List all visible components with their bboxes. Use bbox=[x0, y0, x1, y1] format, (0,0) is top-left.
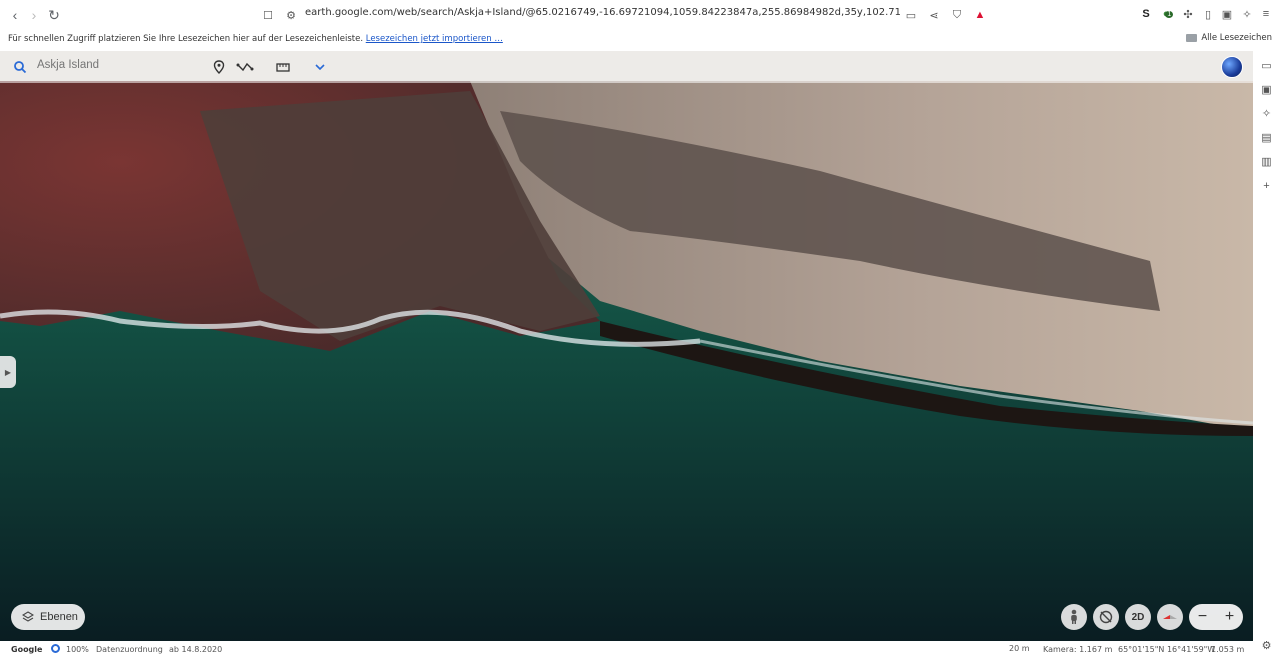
ground-elevation: 1.053 m bbox=[1211, 645, 1245, 654]
all-bookmarks-button[interactable]: Alle Lesezeichen bbox=[1186, 33, 1272, 43]
earth-search-bar bbox=[0, 51, 1253, 83]
zoom-in-button[interactable]: + bbox=[1225, 608, 1234, 626]
map-status-bar: Google 100% Datenzuordnung ab 14.8.2020 … bbox=[0, 641, 1253, 654]
measure-ruler-icon[interactable] bbox=[274, 58, 292, 76]
url-text: earth.google.com/web/search/Askja+Island… bbox=[305, 7, 900, 18]
site-settings-icon[interactable]: ⚙ bbox=[283, 7, 299, 23]
path-polygon-icon[interactable] bbox=[236, 58, 254, 76]
imagery-date: ab 14.8.2020 bbox=[169, 645, 223, 654]
chevron-down-icon[interactable] bbox=[311, 58, 329, 76]
puzzle-extensions-icon[interactable]: ✣ bbox=[1180, 6, 1196, 22]
tilt-off-icon bbox=[1099, 610, 1113, 624]
pegman-icon bbox=[1071, 609, 1077, 624]
coordinates: 65°01'15"N 16°41'59"W bbox=[1118, 645, 1216, 654]
import-bookmarks-link[interactable]: Lesezeichen jetzt importieren … bbox=[366, 34, 503, 44]
compass-button[interactable] bbox=[1157, 604, 1183, 630]
scale-label: 20 m bbox=[1009, 644, 1030, 653]
forward-icon[interactable]: › bbox=[24, 5, 44, 25]
s-extension-icon[interactable]: S bbox=[1138, 6, 1154, 22]
layers-button[interactable]: Ebenen bbox=[11, 604, 85, 630]
share-icon[interactable]: ⋖ bbox=[926, 7, 942, 23]
wallet-icon[interactable]: ▣ bbox=[1219, 6, 1235, 22]
search-input[interactable] bbox=[37, 59, 197, 71]
menu-icon[interactable]: ≡ bbox=[1258, 6, 1274, 22]
browser-toolbar: ‹ › ↻ ☐ ⚙ earth.google.com/web/search/As… bbox=[0, 0, 1280, 29]
satellite-imagery bbox=[0, 51, 1253, 641]
chat-icon[interactable]: ▭ bbox=[1260, 59, 1273, 72]
sidebar-toggle-icon[interactable]: ▯ bbox=[1200, 6, 1216, 22]
extension-badge-count: 1 bbox=[1165, 10, 1174, 18]
add-panel-icon[interactable]: + bbox=[1260, 179, 1273, 192]
reading-list-icon[interactable]: ▤ bbox=[1260, 131, 1273, 144]
zoom-out-button[interactable]: − bbox=[1198, 608, 1207, 626]
search-icon[interactable] bbox=[13, 60, 27, 74]
bookmarks-panel-icon[interactable]: ▥ bbox=[1260, 155, 1273, 168]
layers-icon bbox=[22, 611, 34, 622]
cast-icon[interactable]: ▭ bbox=[903, 7, 919, 23]
chevron-right-icon: ▶ bbox=[4, 367, 12, 377]
extension-badge-icon[interactable]: ●1 bbox=[1160, 6, 1176, 22]
expand-panel-button[interactable]: ▶ bbox=[0, 356, 16, 388]
bookmark-icon[interactable]: ☐ bbox=[260, 7, 276, 23]
data-attribution-link[interactable]: Datenzuordnung bbox=[96, 645, 163, 654]
loading-ring-icon bbox=[51, 644, 60, 653]
reset-tilt-button[interactable] bbox=[1093, 604, 1119, 630]
settings-gear-icon[interactable]: ⚙ bbox=[1260, 639, 1273, 652]
brave-rewards-icon[interactable]: ▲ bbox=[972, 7, 988, 23]
folder-icon bbox=[1186, 34, 1198, 42]
google-logo: Google bbox=[11, 645, 43, 654]
placemark-icon[interactable] bbox=[210, 58, 228, 76]
earth-map-viewport[interactable] bbox=[0, 51, 1253, 641]
brave-shield-icon[interactable]: ⛉ bbox=[949, 7, 965, 23]
bookmarks-hint: Für schnellen Zugriff platzieren Sie Ihr… bbox=[8, 34, 364, 44]
wallet-panel-icon[interactable]: ▣ bbox=[1260, 83, 1273, 96]
compass-icon bbox=[1163, 615, 1177, 619]
reload-icon[interactable]: ↻ bbox=[44, 5, 64, 25]
address-bar[interactable]: ☐ ⚙ earth.google.com/web/search/Askja+Is… bbox=[253, 3, 1001, 26]
leo-ai-icon[interactable]: ✧ bbox=[1239, 6, 1255, 22]
ai-sparkle-icon[interactable]: ✧ bbox=[1260, 107, 1273, 120]
bookmarks-message: Für schnellen Zugriff platzieren Sie Ihr… bbox=[8, 34, 503, 44]
street-view-pegman-button[interactable] bbox=[1061, 604, 1087, 630]
account-avatar-globe[interactable] bbox=[1221, 56, 1243, 78]
view-2d-button[interactable]: 2D bbox=[1125, 604, 1151, 630]
camera-altitude: Kamera: 1.167 m bbox=[1043, 645, 1113, 654]
all-bookmarks-label: Alle Lesezeichen bbox=[1201, 33, 1272, 43]
zoom-controls: − + bbox=[1189, 604, 1243, 630]
browser-side-panel: ▭ ▣ ✧ ▤ ▥ + ⚙ bbox=[1253, 51, 1280, 654]
layers-label: Ebenen bbox=[40, 611, 78, 623]
load-percent: 100% bbox=[66, 645, 89, 654]
back-icon[interactable]: ‹ bbox=[5, 5, 25, 25]
bookmarks-bar: Für schnellen Zugriff platzieren Sie Ihr… bbox=[0, 29, 1280, 51]
